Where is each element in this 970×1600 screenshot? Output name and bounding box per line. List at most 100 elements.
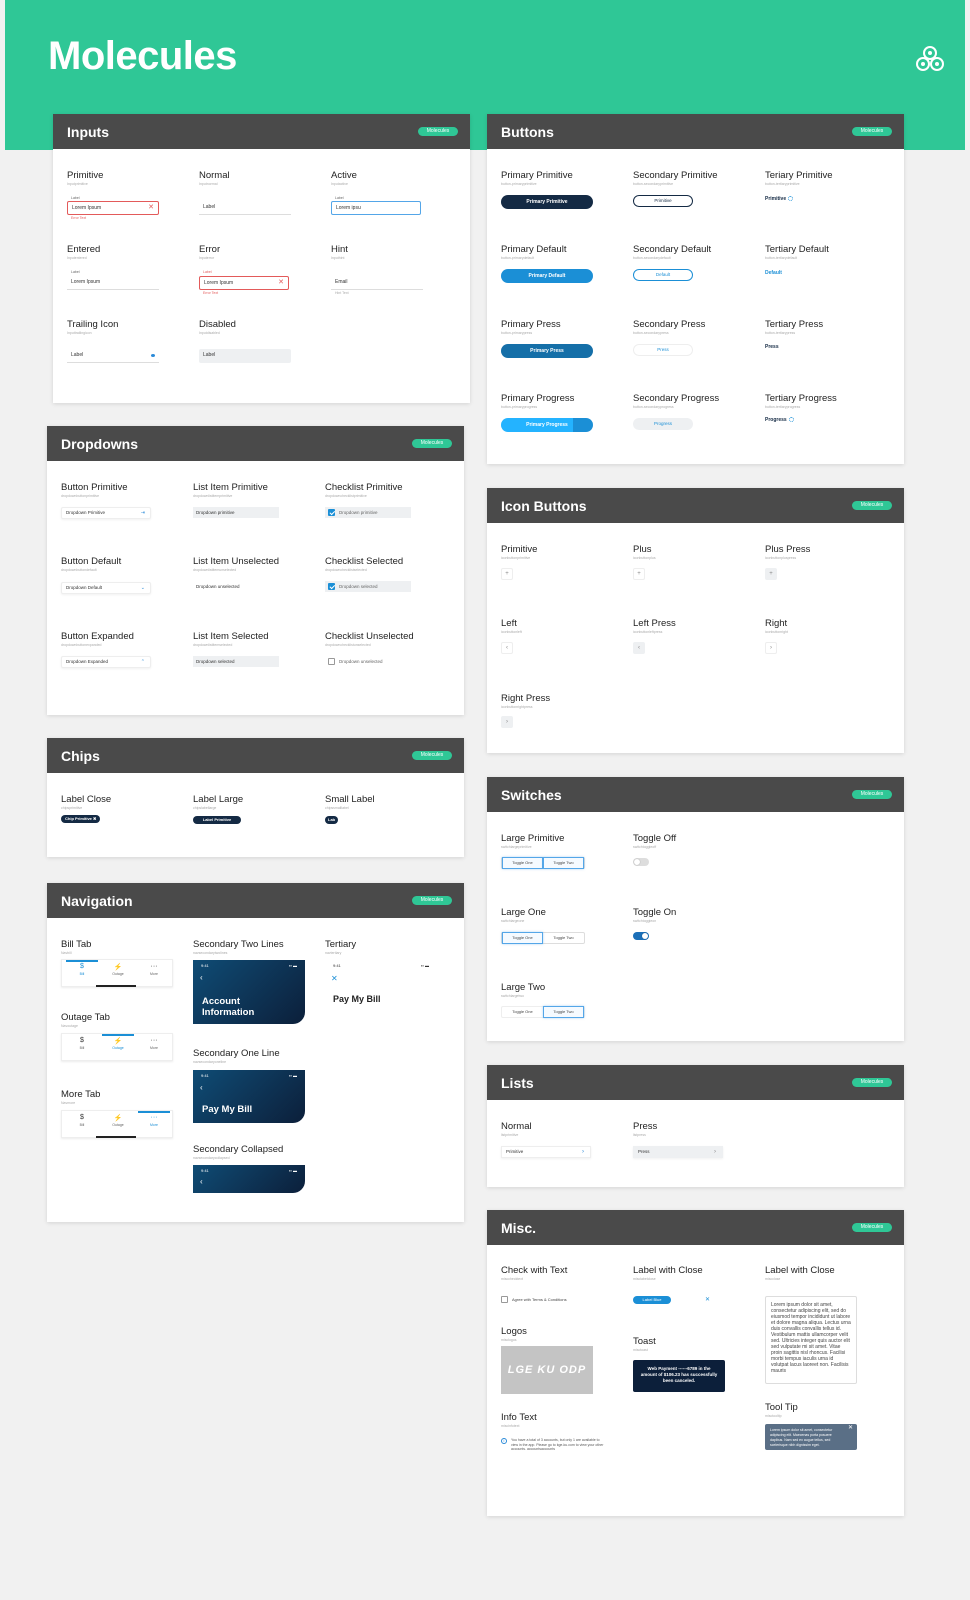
input-trailing-icon[interactable]: Label xyxy=(67,349,159,363)
input-entered[interactable]: Lorem Ipsum xyxy=(67,276,159,290)
tooltip: Lorem ipsum dolor sit amet, consectetur … xyxy=(765,1424,857,1450)
chevron-down-icon: ⌄ xyxy=(140,585,145,591)
clear-icon: ✕ xyxy=(148,204,154,211)
partner-logos: LGE KU ODP xyxy=(501,1346,593,1394)
plus-icon-button[interactable]: + xyxy=(765,568,777,580)
toast-message: Web Payment ------6789 in the amount of … xyxy=(633,1360,725,1392)
secondary-primitive-button[interactable]: Primitive xyxy=(633,195,693,207)
tab-outage[interactable]: ⚡ Outage xyxy=(100,1037,136,1050)
dropdown-checklist-item[interactable]: Dropdown unselected xyxy=(325,656,411,667)
tertiary-progress-button[interactable]: Progress xyxy=(765,417,794,423)
tab-bill[interactable]: $ Bill xyxy=(64,1114,100,1127)
terms-checkbox[interactable]: Agree with Terms & Conditions xyxy=(501,1296,601,1304)
tab-bar-bill: $ Bill ⚡ Outage ··· More xyxy=(61,959,173,987)
tab-more[interactable]: ··· More xyxy=(136,1114,172,1127)
chevron-right-icon: › xyxy=(714,1149,716,1155)
inputs-panel: Inputs Molecules Primitive Inputprimitive … xyxy=(53,114,470,403)
input-primitive[interactable]: Lorem Ipsum ✕ xyxy=(67,201,159,215)
chips-panel: Chips Molecules Label Close chipsprimitive… xyxy=(47,738,464,857)
tab-outage[interactable]: ⚡ Outage xyxy=(100,963,136,976)
segmented-switch[interactable]: Toggle One Toggle Two xyxy=(501,857,585,869)
tab-bill[interactable]: $ Bill xyxy=(64,1037,100,1050)
navigation-panel: Navigation Molecules Bill Tab Navbill $ Bil… xyxy=(47,883,464,1222)
secondary-progress-button[interactable]: Progress xyxy=(633,418,693,430)
input-disabled: Label xyxy=(199,349,291,363)
outage-icon: ⚡ xyxy=(113,964,123,971)
checkbox-empty-icon xyxy=(328,658,335,665)
clear-icon: ✕ xyxy=(278,279,284,286)
primary-default-button[interactable]: Primary Default xyxy=(501,269,593,283)
secondary-press-button[interactable]: Press xyxy=(633,344,693,356)
dollar-icon: $ xyxy=(80,963,84,970)
dropdown-list-item[interactable]: Dropdown unselected xyxy=(193,581,279,592)
chip-small-label[interactable]: Lab xyxy=(325,816,339,824)
tertiary-primitive-button[interactable]: Primitive xyxy=(765,196,794,202)
list-item[interactable]: Press › xyxy=(633,1146,723,1158)
eye-icon xyxy=(151,354,155,357)
spinner-icon xyxy=(788,196,794,202)
tab-bill[interactable]: $ Bill xyxy=(64,963,100,976)
outage-icon: ⚡ xyxy=(113,1038,123,1045)
close-icon[interactable]: ✕ xyxy=(848,1425,853,1431)
close-icon[interactable]: ✕ xyxy=(331,974,338,983)
dropdown-button-expanded[interactable]: Dropdown Expanded ⌃ xyxy=(61,656,151,668)
chevron-up-icon: ⌃ xyxy=(140,659,145,665)
segmented-switch[interactable]: Toggle One Toggle Two xyxy=(501,1006,585,1018)
list-item[interactable]: Primitive › xyxy=(501,1146,591,1158)
input-hint[interactable]: Email xyxy=(331,276,423,290)
switches-panel: Switches Molecules Large Primitive switchl… xyxy=(487,777,904,1041)
toggle-off[interactable] xyxy=(633,858,649,866)
input-error[interactable]: Lorem Ipsum ✕ xyxy=(199,276,289,290)
dropdowns-panel: Dropdowns Molecules Button Primitive dropd… xyxy=(47,426,464,715)
back-arrow-icon[interactable]: ‹ xyxy=(200,1177,203,1186)
dropdown-button-primitive[interactable]: Dropdown Primitive ⇥ xyxy=(61,507,151,519)
input-normal[interactable]: Label xyxy=(199,201,291,215)
primary-progress-button[interactable]: Primary Progress xyxy=(501,418,593,432)
secondary-header-collapsed: 9:41 ▪▪ ▬ ‹ xyxy=(193,1165,305,1193)
dropdown-button-default[interactable]: Dropdown Default ⌄ xyxy=(61,582,151,594)
panel-title: Inputs xyxy=(67,124,109,140)
tertiary-default-button[interactable]: Default xyxy=(765,270,782,276)
dropdown-list-item[interactable]: Dropdown selected xyxy=(193,656,279,667)
molecules-badge: Molecules xyxy=(418,127,458,136)
tab-more[interactable]: ··· More xyxy=(136,963,172,976)
plus-icon-button[interactable]: + xyxy=(633,568,645,580)
tertiary-press-button[interactable]: Press xyxy=(765,344,779,350)
chevron-right-icon-button[interactable]: › xyxy=(501,716,513,728)
dropdown-checklist-item[interactable]: Dropdown selected xyxy=(325,581,411,592)
chip-close[interactable]: Chip Primitive ✖ xyxy=(61,815,101,823)
dropdown-checklist-item[interactable]: Dropdown primitive xyxy=(325,507,411,518)
page-title: Molecules xyxy=(48,34,237,78)
info-icon: i xyxy=(501,1438,507,1444)
close-circle-icon: ✖ xyxy=(93,816,97,821)
secondary-header-one-line: 9:41 ▪▪ ▬ ‹ Pay My Bill xyxy=(193,1070,305,1123)
chip-label-large[interactable]: Label Primitive xyxy=(193,816,241,824)
chevron-right-icon-button[interactable]: › xyxy=(765,642,777,654)
primary-press-button[interactable]: Primary Press xyxy=(501,344,593,358)
text-block: Lorem ipsum dolor sit amet, consectetur … xyxy=(765,1296,857,1384)
chevron-left-icon-button[interactable]: ‹ xyxy=(501,642,513,654)
dropdown-list-item[interactable]: Dropdown primitive xyxy=(193,507,279,518)
tab-more[interactable]: ··· More xyxy=(136,1037,172,1050)
tab-outage[interactable]: ⚡ Outage xyxy=(100,1114,136,1127)
more-icon: ··· xyxy=(150,963,158,970)
segmented-switch[interactable]: Toggle One Toggle Two xyxy=(501,932,585,944)
status-icons: ▪▪ ▬ xyxy=(289,963,297,968)
back-arrow-icon[interactable]: ‹ xyxy=(200,973,203,982)
primary-primitive-button[interactable]: Primary Primitive xyxy=(501,195,593,209)
lists-panel: Lists Molecules Normal listprimitive Primi… xyxy=(487,1065,904,1187)
info-text: i You have a total of 3 accounts, but onl… xyxy=(501,1438,605,1452)
chevron-left-icon-button[interactable]: ‹ xyxy=(633,642,645,654)
more-icon: ··· xyxy=(150,1037,158,1044)
chevron-right-icon: › xyxy=(582,1149,584,1155)
secondary-default-button[interactable]: Default xyxy=(633,269,693,281)
close-icon[interactable]: ✕ xyxy=(705,1296,710,1303)
toggle-on[interactable] xyxy=(633,932,649,940)
trefoil-logo-icon xyxy=(916,46,944,71)
plus-icon-button[interactable]: + xyxy=(501,568,513,580)
back-arrow-icon[interactable]: ‹ xyxy=(200,1083,203,1092)
outage-icon: ⚡ xyxy=(113,1115,123,1122)
section-label: Primitive xyxy=(67,170,104,181)
input-active[interactable]: Lorem ipsu xyxy=(331,201,421,215)
icon-buttons-panel: Icon Buttons Molecules Primitive iconbutto… xyxy=(487,488,904,753)
